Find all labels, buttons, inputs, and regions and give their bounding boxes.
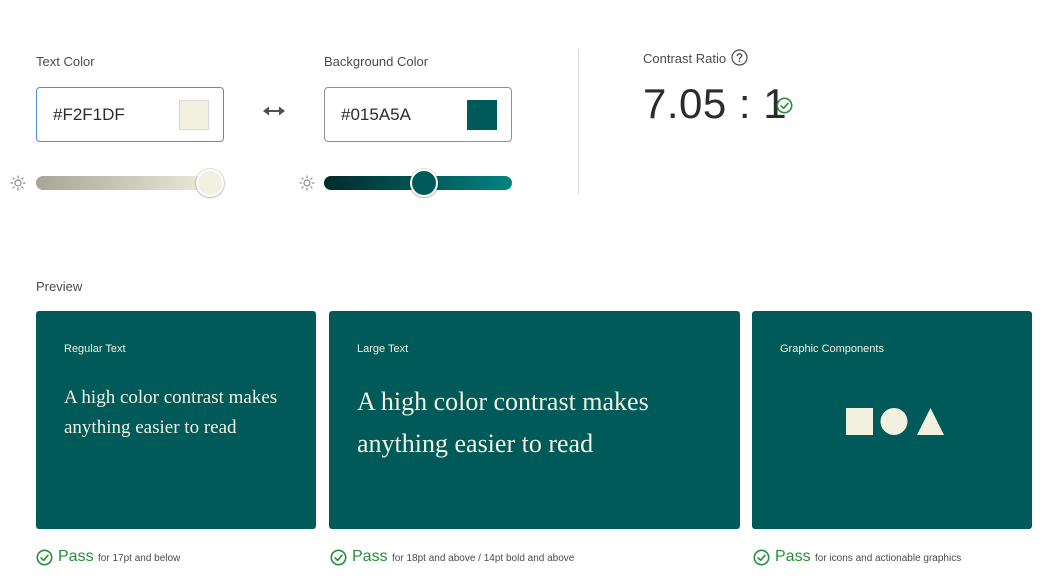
card-label: Regular Text [64, 343, 126, 355]
pass-note: for 18pt and above / 14pt bold and above [392, 553, 575, 564]
text-color-field[interactable] [36, 87, 224, 142]
sample-shapes [846, 408, 944, 435]
pass-status: Pass [775, 548, 811, 565]
section-divider [578, 49, 579, 194]
pass-note: for icons and actionable graphics [815, 553, 962, 564]
text-color-input[interactable] [53, 105, 173, 125]
square-shape-icon [846, 408, 873, 435]
graphic-components-preview-card: Graphic Components [752, 311, 1032, 529]
large-text-sample: A high color contrast makes anything eas… [357, 387, 649, 458]
swap-arrows-icon[interactable] [263, 104, 285, 118]
card-label: Large Text [357, 343, 409, 355]
text-color-swatch[interactable] [179, 100, 209, 130]
check-circle-icon [36, 549, 53, 566]
pass-status: Pass [352, 548, 388, 565]
question-circle-icon[interactable] [731, 49, 748, 66]
background-color-field[interactable] [324, 87, 512, 142]
background-color-label: Background Color [324, 54, 429, 69]
triangle-shape-icon [917, 408, 944, 435]
card-label: Graphic Components [780, 343, 884, 355]
text-color-slider-thumb[interactable] [196, 169, 224, 197]
background-color-swatch[interactable] [467, 100, 497, 130]
preview-label: Preview [36, 279, 83, 294]
contrast-ratio-label: Contrast Ratio [643, 51, 727, 66]
contrast-ratio-value: 7.05 : 1 [643, 80, 788, 127]
pass-note: for 17pt and below [98, 553, 181, 564]
check-circle-icon [753, 549, 770, 566]
pass-status: Pass [58, 548, 94, 565]
regular-text-preview-card: Regular Text A high color contrast makes… [36, 311, 316, 529]
brightness-icon [299, 175, 315, 191]
brightness-icon [10, 175, 26, 191]
large-text-preview-card: Large Text A high color contrast makes a… [329, 311, 740, 529]
background-color-input[interactable] [341, 105, 461, 125]
background-color-slider-thumb[interactable] [410, 169, 438, 197]
regular-text-sample: A high color contrast makes anything eas… [64, 387, 278, 438]
check-circle-icon [330, 549, 347, 566]
text-color-label: Text Color [36, 54, 95, 69]
circle-shape-icon [880, 408, 908, 435]
check-circle-icon [776, 97, 793, 114]
